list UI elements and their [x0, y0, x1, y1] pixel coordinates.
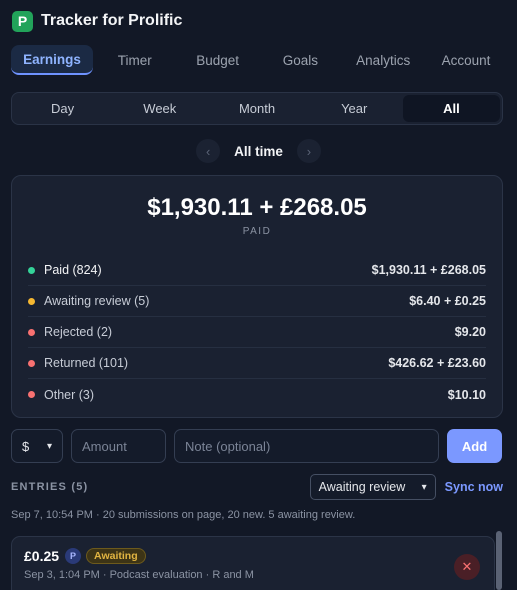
- chevron-right-icon[interactable]: ›: [296, 139, 321, 163]
- summary-row-awaiting: Awaiting review (5) $6.40 + £0.25: [28, 286, 486, 317]
- chevron-left-icon[interactable]: ‹: [196, 139, 221, 163]
- summary-row-value: $1,930.11 + £268.05: [371, 263, 486, 277]
- add-button[interactable]: Add: [447, 429, 502, 463]
- period-navigator: ‹ All time ›: [0, 139, 517, 163]
- status-dot-icon: [28, 391, 35, 398]
- amount-input[interactable]: Amount: [71, 429, 166, 463]
- summary-row-rejected: Rejected (2) $9.20: [28, 317, 486, 348]
- summary-row-paid: Paid (824) $1,930.11 + £268.05: [28, 255, 486, 286]
- status-filter-select[interactable]: Awaiting review ▾: [309, 474, 436, 500]
- summary-row-value: $10.10: [447, 387, 486, 402]
- summary-row-value: $6.40 + £0.25: [409, 294, 486, 308]
- close-icon[interactable]: ✕: [454, 554, 480, 580]
- period-segmented-control: Day Week Month Year All: [11, 92, 503, 125]
- note-input[interactable]: Note (optional): [174, 429, 439, 463]
- summary-row-label: Returned (101): [44, 356, 129, 370]
- entry-card: £0.25 P Awaiting Sep 3, 1:04 PM · Podcas…: [11, 536, 495, 590]
- period-all[interactable]: All: [402, 95, 501, 122]
- summary-row-value: $9.20: [454, 325, 486, 339]
- summary-row-other: Other (3) $10.10: [28, 379, 486, 410]
- summary-row-label: Paid (824): [44, 263, 102, 277]
- main-tabs: Earnings Timer Budget Goals Analytics Ac…: [11, 45, 507, 75]
- tab-goals[interactable]: Goals: [259, 45, 341, 75]
- summary-row-label: Awaiting review (5): [44, 294, 150, 308]
- summary-row-label: Other (3): [44, 387, 95, 402]
- status-filter-value: Awaiting review: [318, 480, 406, 494]
- summary-rows: Paid (824) $1,930.11 + £268.05 Awaiting …: [12, 255, 502, 410]
- scrollbar-thumb[interactable]: [496, 531, 502, 590]
- period-week[interactable]: Week: [111, 95, 208, 122]
- app-logo-icon: P: [12, 10, 33, 32]
- status-dot-icon: [28, 266, 35, 274]
- entries-header: ENTRIES (5) Awaiting review ▾ Sync now: [11, 474, 503, 500]
- tab-analytics[interactable]: Analytics: [342, 45, 424, 75]
- status-dot-icon: [28, 297, 35, 305]
- status-dot-icon: [28, 328, 35, 336]
- entry-meta: Sep 3, 1:04 PM · Podcast evaluation · R …: [24, 569, 254, 581]
- summary-row-label: Rejected (2): [44, 325, 113, 339]
- chevron-down-icon: ▾: [46, 440, 52, 452]
- summary-row-returned: Returned (101) $426.62 + £23.60: [28, 348, 486, 379]
- status-badge: Awaiting: [86, 548, 146, 564]
- tab-budget[interactable]: Budget: [177, 45, 259, 75]
- entries-count-label: ENTRIES (5): [11, 481, 89, 493]
- tab-timer[interactable]: Timer: [94, 45, 176, 75]
- summary-card: $1,930.11 + £268.05 PAID Paid (824) $1,9…: [11, 175, 503, 418]
- period-month[interactable]: Month: [208, 95, 305, 122]
- app-title: Tracker for Prolific: [41, 12, 183, 29]
- amount-placeholder: Amount: [82, 438, 127, 454]
- total-caption: PAID: [242, 226, 272, 237]
- period-label: All time: [234, 143, 283, 159]
- platform-badge: P: [65, 548, 82, 564]
- tab-account[interactable]: Account: [425, 45, 507, 75]
- entry-amount: £0.25: [24, 548, 60, 564]
- currency-value: $: [22, 438, 30, 454]
- summary-row-value: $426.62 + £23.60: [388, 356, 486, 370]
- sync-status-text: Sep 7, 10:54 PM · 20 submissions on page…: [11, 509, 356, 521]
- tab-earnings[interactable]: Earnings: [11, 45, 93, 75]
- status-dot-icon: [28, 359, 35, 367]
- period-year[interactable]: Year: [306, 95, 403, 122]
- note-placeholder: Note (optional): [185, 438, 271, 454]
- period-day[interactable]: Day: [14, 95, 111, 122]
- total-paid-amount: $1,930.11 + £268.05: [147, 194, 367, 221]
- app-header: P Tracker for Prolific: [12, 10, 182, 32]
- currency-select[interactable]: $ ▾: [11, 429, 63, 463]
- chevron-down-icon: ▾: [421, 481, 427, 493]
- sync-now-button[interactable]: Sync now: [445, 480, 503, 494]
- add-entry-form: $ ▾ Amount Note (optional) Add: [11, 429, 502, 463]
